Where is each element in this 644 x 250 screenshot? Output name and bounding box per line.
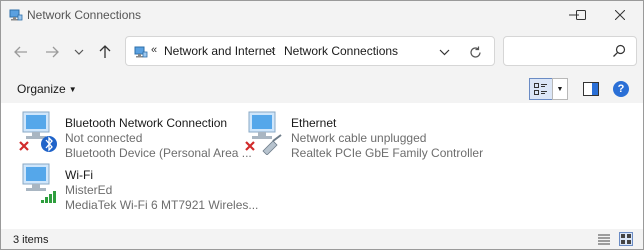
help-icon: ? xyxy=(617,83,625,95)
window-title: Network Connections xyxy=(27,8,142,22)
view-options-dropdown[interactable]: ▼ xyxy=(552,78,568,100)
help-button[interactable]: ? xyxy=(613,81,629,97)
network-adapter-icon xyxy=(22,163,56,203)
arrow-up-icon xyxy=(99,45,111,58)
maximize-icon xyxy=(576,10,586,20)
command-bar: Organize ▼ ▼ ? xyxy=(1,75,643,103)
back-button[interactable] xyxy=(9,40,33,64)
organize-label: Organize xyxy=(17,82,66,96)
connection-status: Not connected xyxy=(65,131,143,145)
connection-name: Ethernet xyxy=(291,116,337,130)
item-text: Ethernet Network cable unplugged Realtek… xyxy=(291,116,483,161)
connection-device: Realtek PCIe GbE Family Controller xyxy=(291,146,484,160)
caret-down-icon: ▼ xyxy=(556,85,564,93)
chevron-down-icon xyxy=(439,49,449,55)
organize-menu-button[interactable]: Organize ▼ xyxy=(17,82,77,96)
view-details-icon xyxy=(534,83,547,95)
address-bar[interactable]: « Network and Internet › Network Connect… xyxy=(125,36,495,66)
change-view-button[interactable] xyxy=(529,78,553,100)
item-text: Wi-Fi MisterEd MediaTek Wi-Fi 6 MT7921 W… xyxy=(65,168,258,213)
list-item-ethernet[interactable]: Ethernet Network cable unplugged Realtek… xyxy=(243,109,483,160)
connection-status: Network cable unplugged xyxy=(291,131,427,145)
item-count: 3 items xyxy=(13,234,49,246)
navigation-bar: « Network and Internet › Network Connect… xyxy=(1,29,643,75)
caret-down-icon: ▼ xyxy=(68,85,77,94)
forward-button[interactable] xyxy=(40,40,64,64)
preview-pane-button[interactable] xyxy=(582,80,600,98)
connection-device: Bluetooth Device (Personal Area ... xyxy=(65,146,252,160)
breadcrumb-separator[interactable]: › xyxy=(271,43,275,57)
breadcrumb-network-connections[interactable]: Network Connections xyxy=(284,44,398,58)
close-icon xyxy=(615,10,625,20)
network-connections-app-icon xyxy=(9,9,23,21)
details-view-icon[interactable] xyxy=(597,232,611,246)
connection-name: Bluetooth Network Connection xyxy=(65,116,228,130)
connections-list: Bluetooth Network Connection Not connect… xyxy=(1,103,643,229)
search-input[interactable] xyxy=(503,36,637,66)
up-button[interactable] xyxy=(93,40,117,64)
connection-device: MediaTek Wi-Fi 6 MT7921 Wireles... xyxy=(65,198,259,212)
network-connections-window: Network Connections « Network and Intern… xyxy=(0,0,644,250)
network-adapter-icon xyxy=(245,111,282,155)
close-button[interactable] xyxy=(597,1,643,29)
preview-pane-icon xyxy=(583,82,599,96)
list-item-bluetooth[interactable]: Bluetooth Network Connection Not connect… xyxy=(17,109,252,160)
network-connections-location-icon xyxy=(134,46,148,58)
breadcrumb-overflow[interactable]: « xyxy=(151,44,157,56)
search-field[interactable] xyxy=(510,42,610,60)
tiles-view-button[interactable] xyxy=(619,232,633,246)
connection-status: MisterEd xyxy=(65,183,113,197)
refresh-icon xyxy=(469,46,481,58)
list-item-wifi[interactable]: Wi-Fi MisterEd MediaTek Wi-Fi 6 MT7921 W… xyxy=(17,161,258,212)
connection-name: Wi-Fi xyxy=(65,168,93,182)
title-bar[interactable]: Network Connections xyxy=(1,1,643,29)
search-icon xyxy=(613,44,626,57)
chevron-down-icon xyxy=(74,49,84,55)
item-text: Bluetooth Network Connection Not connect… xyxy=(65,116,252,161)
breadcrumb-network-and-internet[interactable]: Network and Internet xyxy=(164,44,275,58)
arrow-left-icon xyxy=(14,46,27,58)
refresh-button[interactable] xyxy=(464,42,486,62)
address-history-button[interactable] xyxy=(434,42,454,62)
recent-locations-button[interactable] xyxy=(67,40,91,64)
network-adapter-icon xyxy=(19,111,57,152)
status-bar: 3 items xyxy=(1,229,643,249)
tiles-view-icon xyxy=(621,234,631,244)
arrow-right-icon xyxy=(46,46,59,58)
